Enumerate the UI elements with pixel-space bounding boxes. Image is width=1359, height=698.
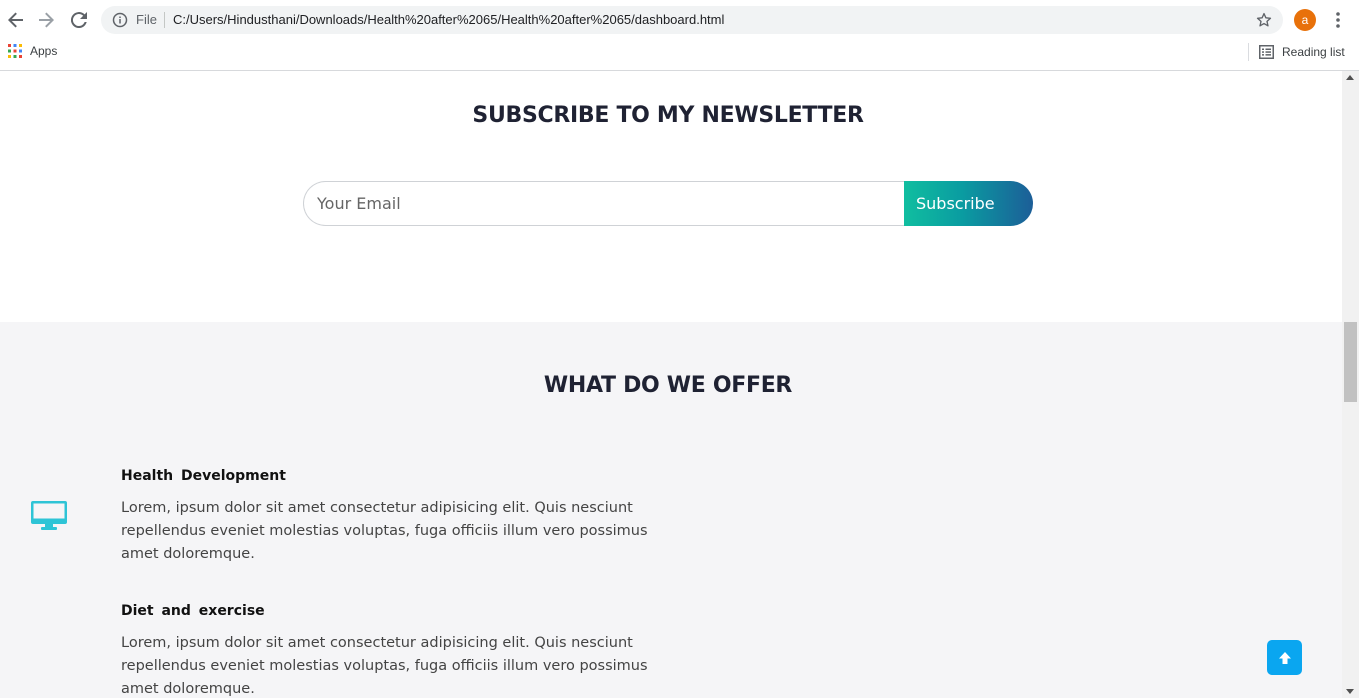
profile-avatar[interactable]: a (1294, 9, 1316, 31)
apps-shortcut[interactable]: Apps (8, 44, 57, 58)
offer-section: WHAT DO WE OFFER Health Development Lore… (0, 322, 1342, 698)
bookmarks-bar: Apps Reading list (0, 40, 1359, 64)
apps-label: Apps (30, 44, 58, 58)
service-item: Diet and exercise Lorem, ipsum dolor sit… (121, 603, 661, 698)
service-heading: Diet and exercise (121, 603, 265, 619)
subscribe-button[interactable]: Subscribe (904, 181, 1033, 226)
reading-list-label: Reading list (1282, 45, 1345, 59)
address-bar[interactable]: File C:/Users/Hindusthani/Downloads/Heal… (101, 6, 1283, 34)
page-viewport: SUBSCRIBE TO MY NEWSLETTER Subscribe WHA… (0, 71, 1359, 698)
desktop-icon (31, 501, 67, 530)
service-item: Health Development Lorem, ipsum dolor si… (121, 468, 661, 566)
newsletter-form: Subscribe (303, 181, 1033, 226)
scroll-down-arrow-icon[interactable] (1346, 689, 1354, 694)
url-text[interactable]: C:/Users/Hindusthani/Downloads/Health%20… (173, 12, 724, 27)
back-to-top-button[interactable] (1267, 640, 1302, 675)
forward-button[interactable] (34, 8, 58, 32)
service-text: Lorem, ipsum dolor sit amet consectetur … (121, 500, 648, 562)
scroll-thumb[interactable] (1344, 322, 1357, 402)
file-label: File (136, 12, 157, 27)
offer-title: WHAT DO WE OFFER (543, 373, 793, 398)
info-icon[interactable] (112, 12, 128, 28)
email-input[interactable] (303, 181, 905, 226)
apps-grid-icon (8, 44, 22, 58)
newsletter-section: SUBSCRIBE TO MY NEWSLETTER Subscribe (0, 71, 1342, 322)
reload-button[interactable] (67, 8, 91, 32)
arrow-up-icon (1278, 651, 1291, 664)
page-scrollbar[interactable] (1342, 71, 1359, 698)
browser-toolbar: File C:/Users/Hindusthani/Downloads/Heal… (0, 0, 1359, 40)
service-text: Lorem, ipsum dolor sit amet consectetur … (121, 635, 648, 697)
address-separator (164, 12, 165, 28)
more-menu-icon[interactable] (1330, 10, 1346, 30)
reload-icon (71, 12, 87, 28)
reading-list-button[interactable]: Reading list (1248, 43, 1345, 61)
scroll-up-arrow-icon[interactable] (1346, 75, 1354, 80)
newsletter-title: SUBSCRIBE TO MY NEWSLETTER (472, 103, 864, 128)
arrow-left-icon (8, 12, 23, 28)
browser-chrome: File C:/Users/Hindusthani/Downloads/Heal… (0, 0, 1359, 71)
back-button[interactable] (4, 8, 28, 32)
service-heading: Health Development (121, 468, 286, 484)
star-icon[interactable] (1255, 11, 1273, 29)
reading-list-icon (1259, 45, 1274, 59)
arrow-right-icon (39, 12, 54, 28)
